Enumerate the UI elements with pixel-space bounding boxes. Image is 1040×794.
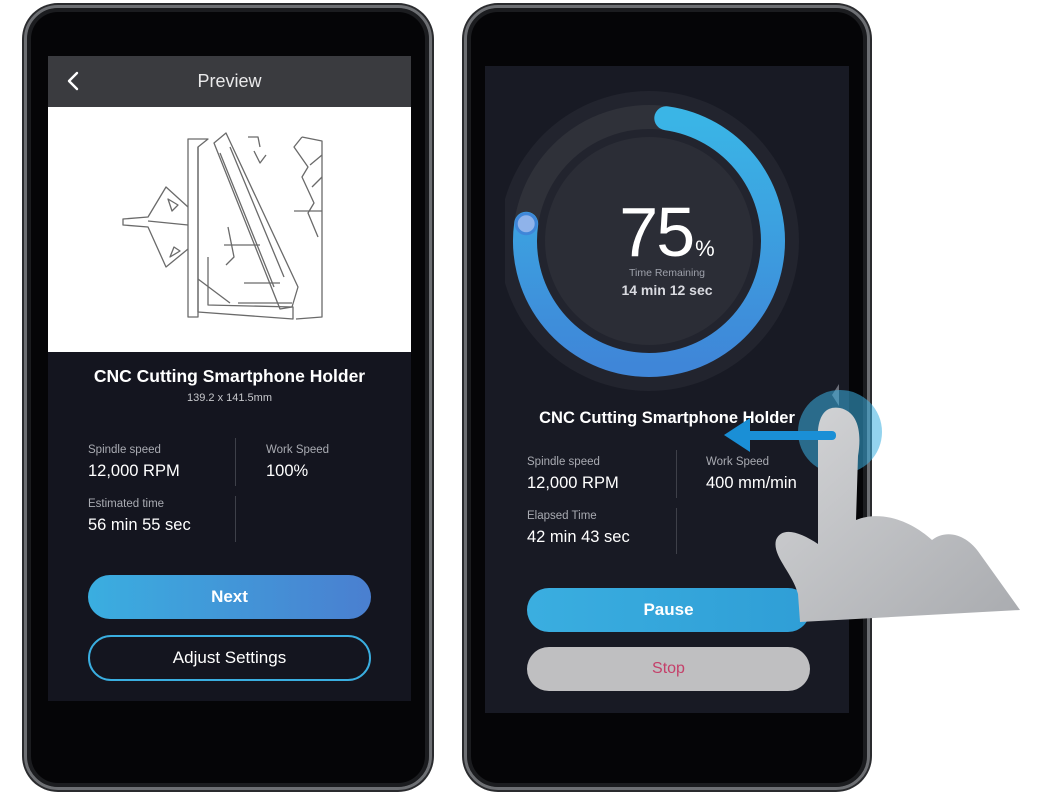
stat-label: Estimated time — [88, 498, 165, 510]
stat-label: Spindle speed — [88, 444, 161, 456]
stat-label: Elapsed Time — [527, 510, 597, 522]
stat-spindle-speed: Spindle speed 12,000 RPM — [88, 444, 180, 481]
stat-estimated-time: Estimated time 56 min 55 sec — [88, 498, 191, 535]
divider — [676, 450, 677, 498]
percent-number: 75 — [619, 193, 695, 271]
percent-sign: % — [695, 236, 715, 261]
progress-percent: 75% — [485, 192, 849, 272]
adjust-settings-button[interactable]: Adjust Settings — [88, 635, 371, 681]
divider — [676, 508, 677, 554]
stat-value: 12,000 RPM — [88, 462, 180, 480]
page-title: Preview — [197, 71, 262, 91]
stat-elapsed-time: Elapsed Time 42 min 43 sec — [527, 510, 630, 547]
chevron-left-icon[interactable] — [62, 69, 86, 93]
stop-button[interactable]: Stop — [527, 647, 810, 691]
divider — [235, 496, 236, 542]
divider — [235, 438, 236, 486]
stat-value: 100% — [266, 462, 309, 480]
job-dimensions: 139.2 x 141.5mm — [187, 392, 272, 404]
hand-gesture-icon — [724, 390, 1020, 622]
time-remaining-value: 14 min 12 sec — [621, 282, 713, 298]
stat-value: 12,000 RPM — [527, 474, 619, 492]
stat-work-speed: Work Speed 100% — [266, 444, 329, 481]
top-bar: Preview — [48, 56, 411, 107]
time-remaining-label: Time Remaining — [628, 267, 706, 279]
preview-screen: Preview CNC Cutting Smartphone Holder 13… — [48, 56, 411, 701]
stat-value: 56 min 55 sec — [88, 516, 191, 534]
toolpath-preview — [48, 107, 411, 352]
job-title: CNC Cutting Smartphone Holder — [93, 366, 366, 386]
stat-label: Spindle speed — [527, 456, 600, 468]
toolpath-drawing — [122, 132, 323, 320]
stat-label: Work Speed — [266, 444, 330, 456]
next-button[interactable]: Next — [88, 575, 371, 619]
stat-spindle-speed: Spindle speed 12,000 RPM — [527, 456, 619, 493]
stat-value: 42 min 43 sec — [527, 528, 630, 546]
device-preview: Preview CNC Cutting Smartphone Holder 13… — [24, 5, 432, 790]
